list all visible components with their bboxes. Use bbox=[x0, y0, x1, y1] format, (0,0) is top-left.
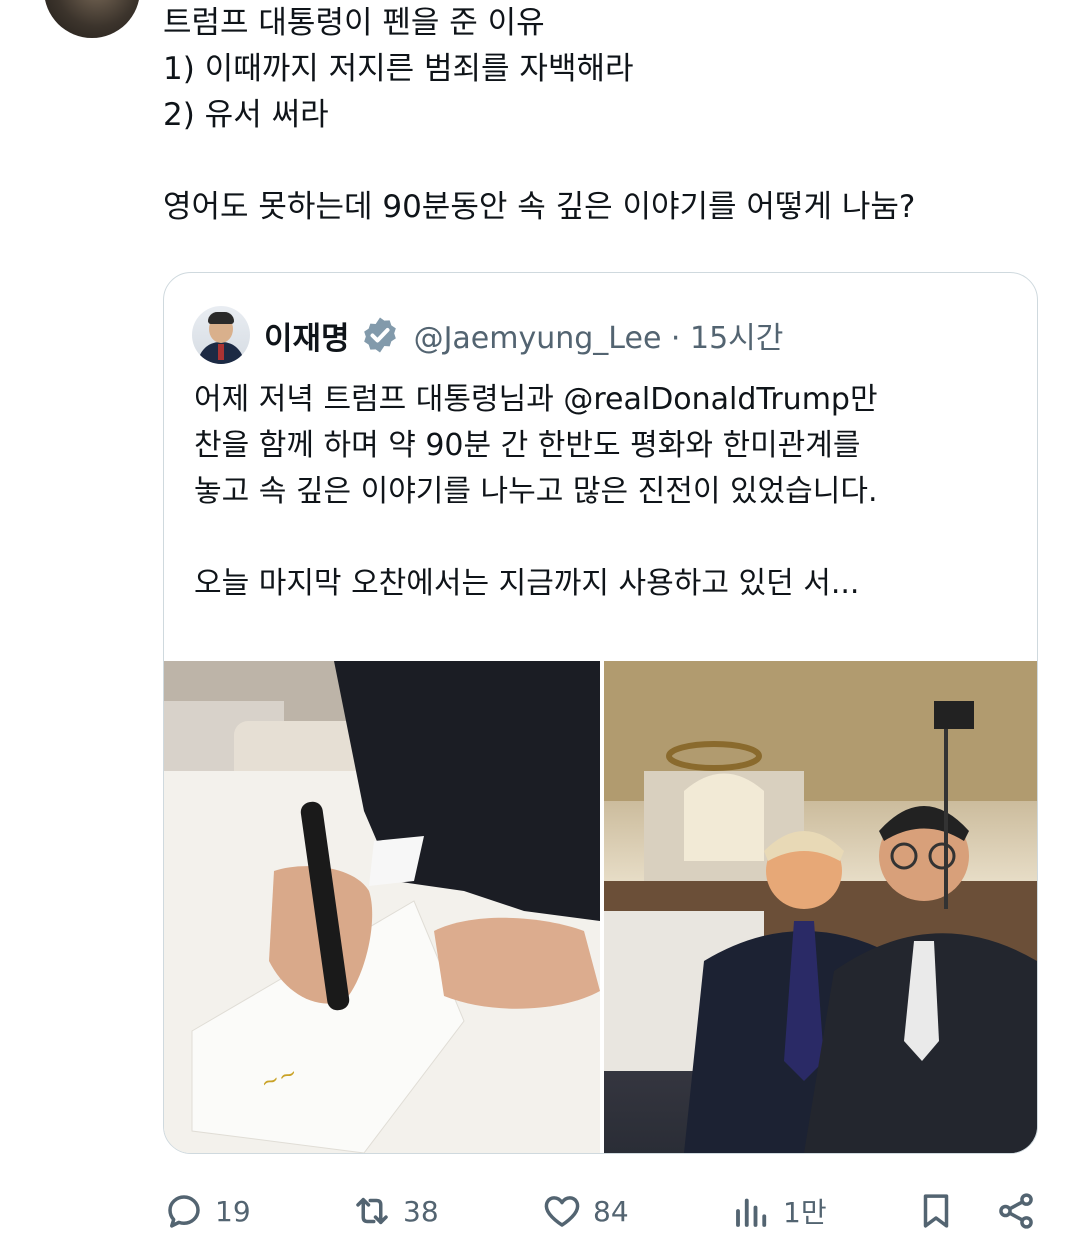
quoted-line: 오늘 마지막 오찬에서는 지금까지 사용하고 있던 서... bbox=[194, 566, 860, 601]
quoted-tweet-text: 어제 저녁 트럼프 대통령님과 @realDonaldTrump만 찬을 함께 … bbox=[194, 377, 1024, 607]
reply-count: 19 bbox=[215, 1194, 251, 1228]
tweet-line: 영어도 못하는데 90분동안 속 깊은 이야기를 어떻게 나눔? bbox=[163, 189, 916, 225]
views-button[interactable]: 1만 bbox=[731, 1183, 827, 1239]
tweet-line: 1) 이때까지 저지른 범죄를 자백해라 bbox=[163, 51, 634, 87]
like-icon bbox=[544, 1196, 580, 1227]
quoted-author-handle[interactable]: @Jaemyung_Lee · 15시간 bbox=[414, 313, 784, 357]
quoted-author-name[interactable]: 이재명 bbox=[264, 313, 350, 358]
quoted-line bbox=[194, 515, 1024, 561]
quoted-line: 찬을 함께 하며 약 90분 간 한반도 평화와 한미관계를 bbox=[194, 428, 861, 463]
repost-icon bbox=[356, 1197, 388, 1225]
bookmark-icon bbox=[923, 1194, 949, 1228]
tweet-line bbox=[163, 138, 1043, 184]
quoted-tweet[interactable]: 이재명 @Jaemyung_Lee · 15시간 어제 저녁 트럼프 대통령님과… bbox=[163, 272, 1038, 1154]
views-icon bbox=[736, 1198, 767, 1227]
quoted-line: 어제 저녁 트럼프 대통령님과 @realDonaldTrump만 bbox=[194, 382, 878, 417]
photo-dinner-selfie[interactable] bbox=[604, 661, 1037, 1153]
share-button[interactable] bbox=[995, 1183, 1047, 1239]
verified-badge-icon bbox=[363, 317, 396, 353]
photo-pen-signing[interactable]: ~~ bbox=[164, 661, 600, 1153]
quoted-author-avatar[interactable] bbox=[192, 306, 250, 364]
pen-signing-illustration: ~~ bbox=[164, 661, 600, 1153]
like-button[interactable]: 84 bbox=[541, 1183, 629, 1239]
tweet-text: 트럼프 대통령이 펜을 준 이유 1) 이때까지 저지른 범죄를 자백해라 2)… bbox=[163, 0, 1043, 230]
like-count: 84 bbox=[593, 1194, 629, 1228]
reply-button[interactable]: 19 bbox=[163, 1183, 251, 1239]
tweet-actions: 19 38 84 1만 bbox=[163, 1183, 1043, 1239]
quoted-line: 놓고 속 깊은 이야기를 나누고 많은 진전이 있었습니다. bbox=[194, 474, 878, 509]
quoted-tweet-header: 이재명 @Jaemyung_Lee · 15시간 bbox=[192, 303, 783, 367]
views-count: 1만 bbox=[783, 1196, 827, 1229]
tweet-line: 트럼프 대통령이 펜을 준 이유 bbox=[163, 5, 545, 41]
author-avatar[interactable] bbox=[44, 0, 140, 38]
repost-button[interactable]: 38 bbox=[351, 1183, 439, 1239]
bookmark-button[interactable] bbox=[915, 1183, 967, 1239]
repost-count: 38 bbox=[403, 1194, 439, 1228]
dinner-selfie-illustration bbox=[604, 661, 1037, 1153]
share-icon bbox=[999, 1193, 1033, 1229]
reply-icon bbox=[168, 1195, 200, 1228]
tweet-line: 2) 유서 써라 bbox=[163, 97, 329, 133]
